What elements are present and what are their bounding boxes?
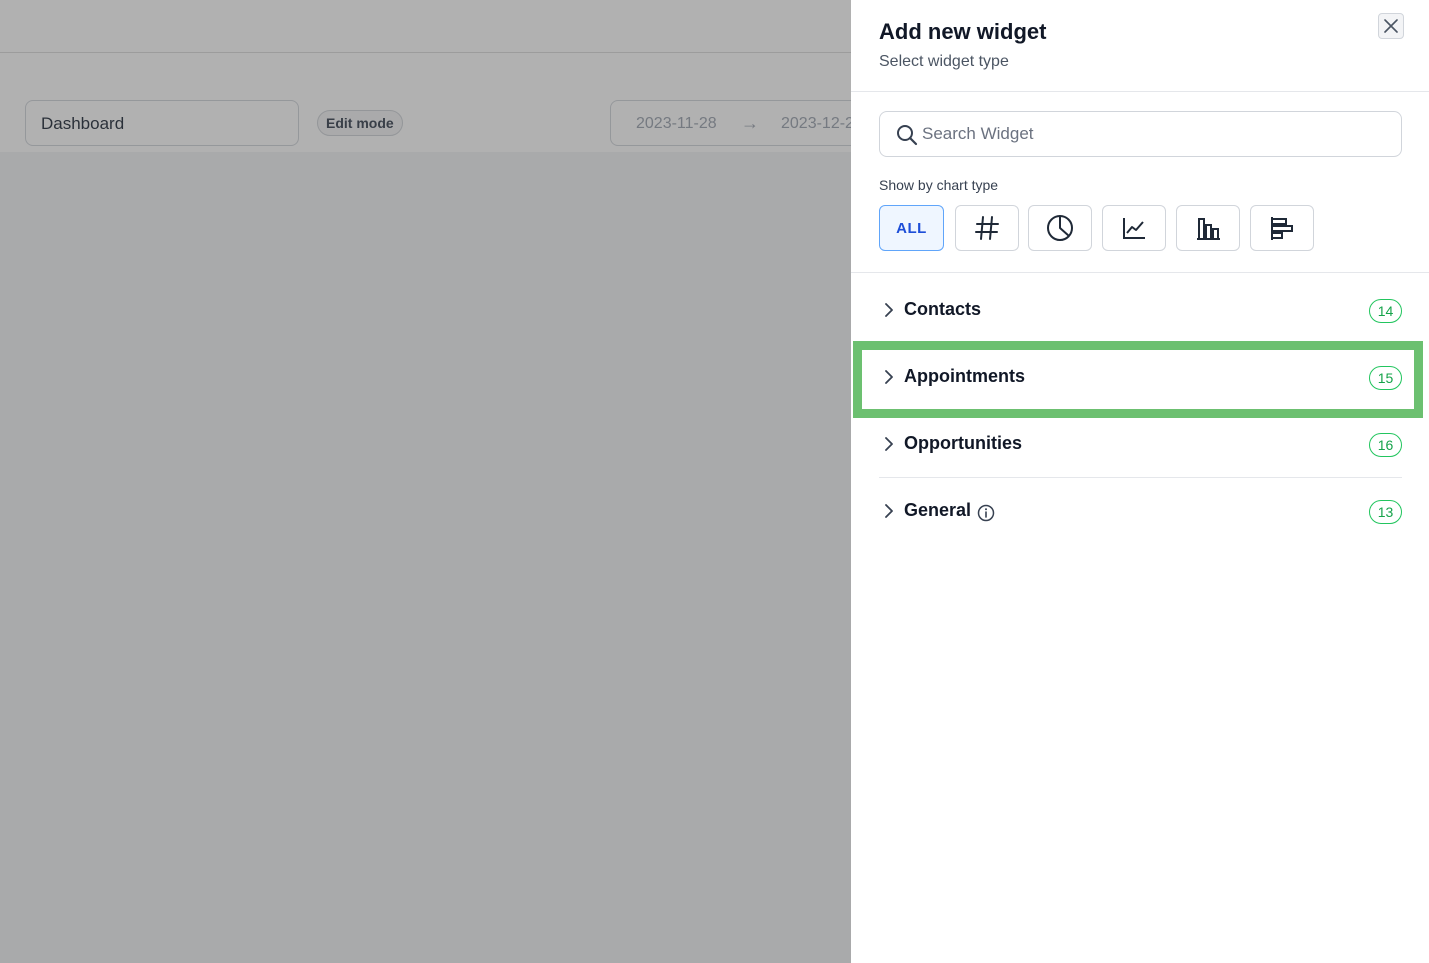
filter-line-button[interactable] [1102,205,1166,251]
close-button[interactable] [1378,13,1404,39]
drawer-title: Add new widget [879,19,1047,44]
horizontal-bar-chart-icon [1271,217,1293,240]
drawer-subtitle: Select widget type [879,53,1009,70]
pie-chart-icon [1047,215,1073,241]
close-icon [1384,19,1398,33]
filter-all-label: ALL [896,219,927,237]
drawer-header: Add new widget Select widget type [851,0,1429,92]
count-badge: 13 [1369,500,1402,524]
category-label: Contacts [904,299,982,319]
search-field[interactable] [879,111,1402,157]
category-label: General [904,500,972,520]
category-contacts[interactable]: Contacts 14 [879,277,1402,343]
count-badge: 14 [1369,299,1402,323]
chevron-right-icon [885,303,893,317]
filter-pie-button[interactable] [1028,205,1092,251]
info-icon[interactable] [977,504,995,522]
filter-all-button[interactable]: ALL [879,205,944,251]
filter-horizontal-bar-button[interactable] [1250,205,1314,251]
bar-chart-icon [1197,218,1220,240]
chevron-right-icon [885,504,893,518]
filter-number-button[interactable] [955,205,1019,251]
chevron-right-icon [885,437,893,451]
section-divider [851,272,1429,273]
highlight-box [853,341,1423,418]
search-input[interactable] [922,120,1382,148]
filter-bar-button[interactable] [1176,205,1240,251]
filter-label: Show by chart type [879,177,999,193]
add-widget-drawer: Add new widget Select widget type Show b… [851,0,1429,963]
modal-overlay[interactable] [0,0,851,963]
search-icon [897,125,918,146]
line-chart-icon [1123,218,1145,239]
count-badge: 16 [1369,433,1402,457]
category-opportunities[interactable]: Opportunities 16 [879,411,1402,477]
hash-icon [975,216,999,240]
category-label: Opportunities [904,433,1022,453]
category-general[interactable]: General 13 [879,478,1402,544]
